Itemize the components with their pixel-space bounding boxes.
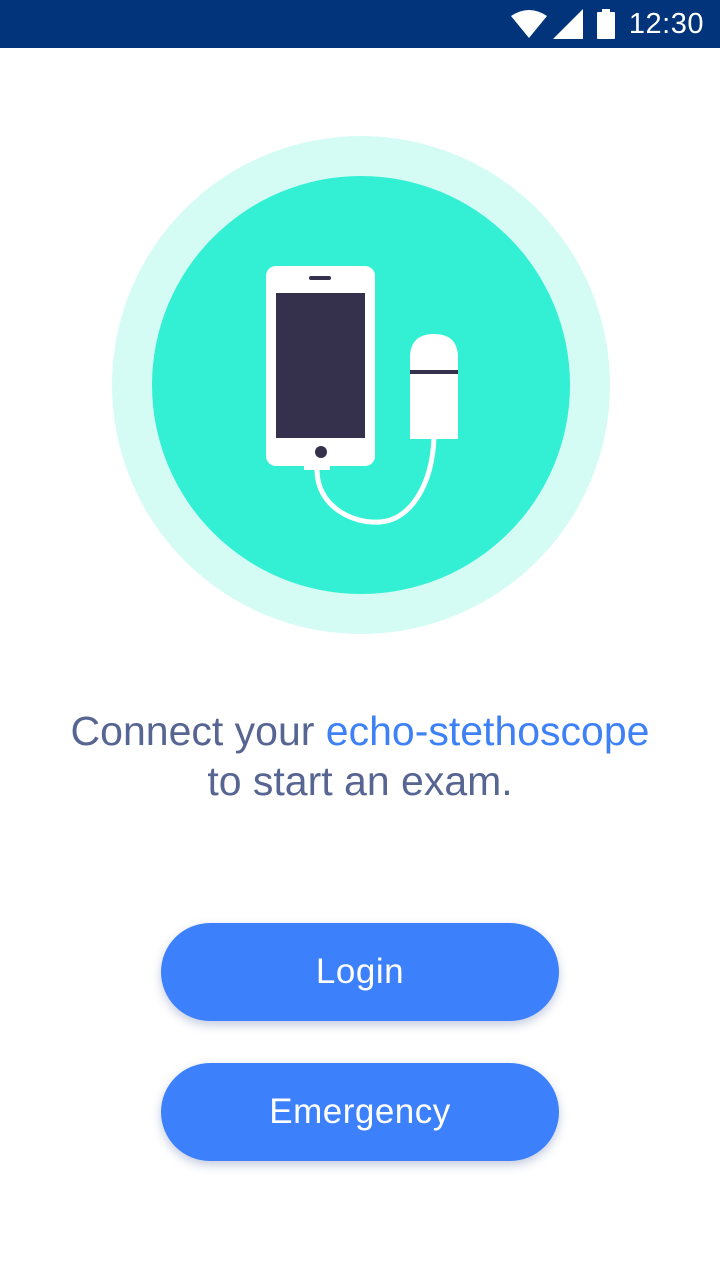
status-icons: 12:30: [510, 0, 704, 48]
hero-illustration: [112, 136, 610, 634]
status-bar: 12:30: [0, 0, 720, 48]
connect-message: Connect your echo-stethoscope to start a…: [0, 706, 720, 806]
phone-icon: [266, 266, 375, 470]
probe-icon: [410, 334, 458, 439]
login-button[interactable]: Login: [161, 923, 559, 1021]
battery-icon: [596, 9, 615, 39]
cellular-signal-icon: [552, 9, 583, 39]
emergency-button[interactable]: Emergency: [161, 1063, 559, 1161]
device-name-highlight: echo-stethoscope: [325, 708, 650, 754]
clock-time: 12:30: [628, 7, 704, 40]
message-suffix: to start an exam.: [207, 758, 513, 804]
message-prefix: Connect your: [70, 708, 326, 754]
wifi-icon: [510, 10, 547, 38]
